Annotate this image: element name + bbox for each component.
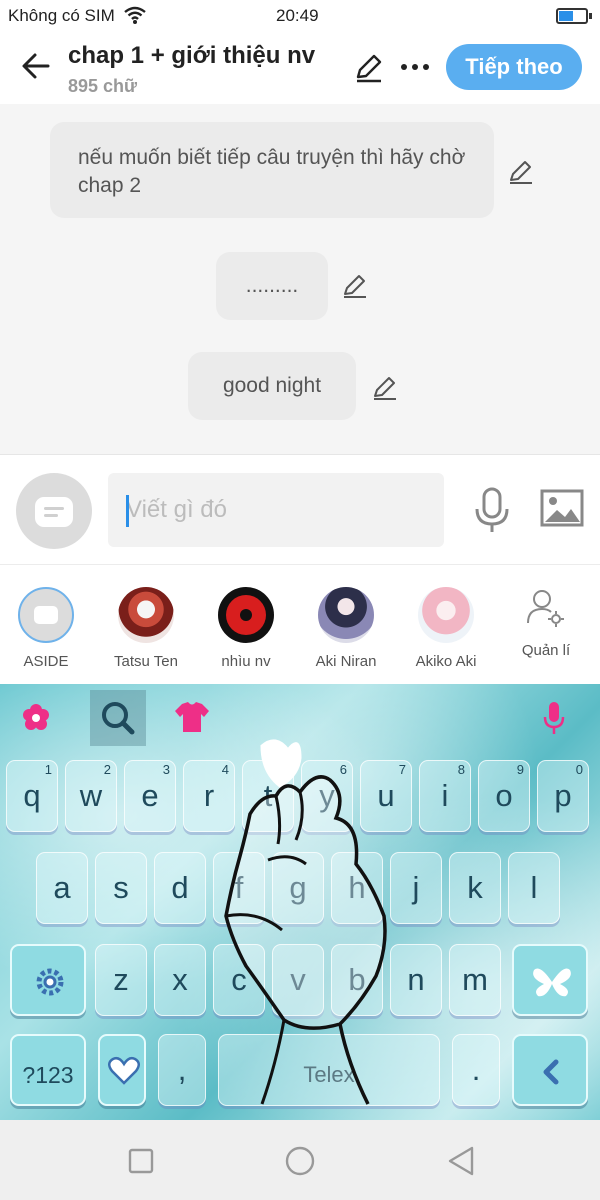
key-a[interactable]: a: [36, 852, 88, 924]
key-p[interactable]: 0p: [537, 760, 589, 832]
edit-message-icon[interactable]: [370, 372, 400, 402]
key-e[interactable]: 3e: [124, 760, 176, 832]
manage-characters-button[interactable]: Quản lí: [516, 587, 576, 659]
butterfly-icon: [533, 968, 571, 997]
key-i[interactable]: 8i: [419, 760, 471, 832]
key-z[interactable]: z: [95, 944, 147, 1016]
space-key[interactable]: Telex: [218, 1034, 440, 1106]
word-count: 895 chữ: [68, 76, 138, 96]
key-d[interactable]: d: [154, 852, 206, 924]
character-name: ASIDE: [23, 653, 69, 670]
flower-icon[interactable]: [8, 690, 64, 746]
chat-area[interactable]: nếu muốn biết tiếp câu truyện thì hãy ch…: [0, 104, 600, 454]
message-input[interactable]: [108, 473, 444, 547]
page-title: chap 1 + giới thiệu nv: [68, 42, 316, 69]
key-b[interactable]: b: [331, 944, 383, 1016]
character-akiko-aki[interactable]: Akiko Aki: [396, 587, 496, 670]
character-name: Akiko Aki: [415, 653, 477, 670]
avatar: [118, 587, 174, 643]
numbers-key[interactable]: ?123: [10, 1034, 86, 1106]
keyboard-theme-key[interactable]: [512, 944, 588, 1016]
key-r[interactable]: 4r: [183, 760, 235, 832]
back-triangle-icon[interactable]: [444, 1144, 478, 1178]
avatar: [18, 587, 74, 643]
character-aki-niran[interactable]: Aki Niran: [296, 587, 396, 670]
gear-icon: [36, 968, 64, 996]
emoji-key[interactable]: [98, 1034, 146, 1106]
microphone-icon[interactable]: [472, 487, 512, 535]
key-x[interactable]: x: [154, 944, 206, 1016]
avatar: [218, 587, 274, 643]
character-name: nhìu nv: [221, 653, 271, 670]
clock: 20:49: [276, 6, 319, 25]
chevron-left-icon: [543, 1059, 559, 1085]
manage-label: Quản lí: [521, 642, 571, 659]
character-name: Tatsu Ten: [114, 653, 178, 670]
key-q[interactable]: 1q: [6, 760, 58, 832]
keyboard: 1q 2w 3e 4r 5t 6y 7u 8i 9o 0p a s d f g …: [0, 684, 600, 1120]
key-y[interactable]: 6y: [301, 760, 353, 832]
keyboard-settings-key[interactable]: [10, 944, 86, 1016]
next-button[interactable]: Tiếp theo: [446, 44, 582, 90]
key-l[interactable]: l: [508, 852, 560, 924]
character-name: Aki Niran: [315, 653, 377, 670]
header: chap 1 + giới thiệu nv 895 chữ Tiếp theo: [0, 32, 600, 104]
user-settings-icon: [527, 590, 564, 627]
period-key[interactable]: .: [452, 1034, 500, 1106]
image-icon[interactable]: [540, 489, 584, 527]
carrier-label: Không có SIM: [8, 6, 115, 25]
edit-message-icon[interactable]: [340, 270, 370, 300]
more-options-icon[interactable]: [398, 50, 432, 84]
character-tatsu-ten[interactable]: Tatsu Ten: [96, 587, 196, 670]
avatar: [418, 587, 474, 643]
edit-message-icon[interactable]: [506, 156, 536, 186]
key-m[interactable]: m: [449, 944, 501, 1016]
key-s[interactable]: s: [95, 852, 147, 924]
character-nhiu-nv[interactable]: nhìu nv: [196, 587, 296, 670]
wifi-icon: [124, 5, 146, 30]
key-u[interactable]: 7u: [360, 760, 412, 832]
backspace-key[interactable]: [512, 1034, 588, 1106]
search-icon[interactable]: [90, 690, 146, 746]
key-f[interactable]: f: [213, 852, 265, 924]
theme-shirt-icon[interactable]: [164, 690, 220, 746]
key-c[interactable]: c: [213, 944, 265, 1016]
key-n[interactable]: n: [390, 944, 442, 1016]
heart-icon: [108, 1056, 140, 1085]
microphone-icon[interactable]: [526, 690, 582, 746]
key-w[interactable]: 2w: [65, 760, 117, 832]
key-t[interactable]: 5t: [242, 760, 294, 832]
composer: [0, 454, 600, 564]
avatar: [318, 587, 374, 643]
system-navigation-bar: [0, 1120, 600, 1200]
battery-icon: [556, 8, 592, 24]
aside-toggle-button[interactable]: [16, 473, 92, 549]
chat-bubble-icon: [35, 497, 73, 527]
pencil-icon[interactable]: [352, 50, 386, 84]
comma-key[interactable]: ,: [158, 1034, 206, 1106]
status-bar: Không có SIM 20:49: [0, 0, 600, 32]
key-k[interactable]: k: [449, 852, 501, 924]
message-bubble[interactable]: good night: [188, 352, 356, 420]
back-arrow-icon[interactable]: [16, 46, 56, 86]
character-bar: ASIDE Tatsu Ten nhìu nv Aki Niran Akiko …: [0, 564, 600, 684]
message-bubble[interactable]: nếu muốn biết tiếp câu truyện thì hãy ch…: [50, 122, 494, 218]
character-aside[interactable]: ASIDE: [0, 587, 96, 670]
message-bubble[interactable]: .........: [216, 252, 328, 320]
key-j[interactable]: j: [390, 852, 442, 924]
key-h[interactable]: h: [331, 852, 383, 924]
key-g[interactable]: g: [272, 852, 324, 924]
key-v[interactable]: v: [272, 944, 324, 1016]
home-icon[interactable]: [283, 1144, 317, 1178]
key-o[interactable]: 9o: [478, 760, 530, 832]
recent-apps-icon[interactable]: [124, 1144, 158, 1178]
text-cursor: [126, 495, 129, 527]
